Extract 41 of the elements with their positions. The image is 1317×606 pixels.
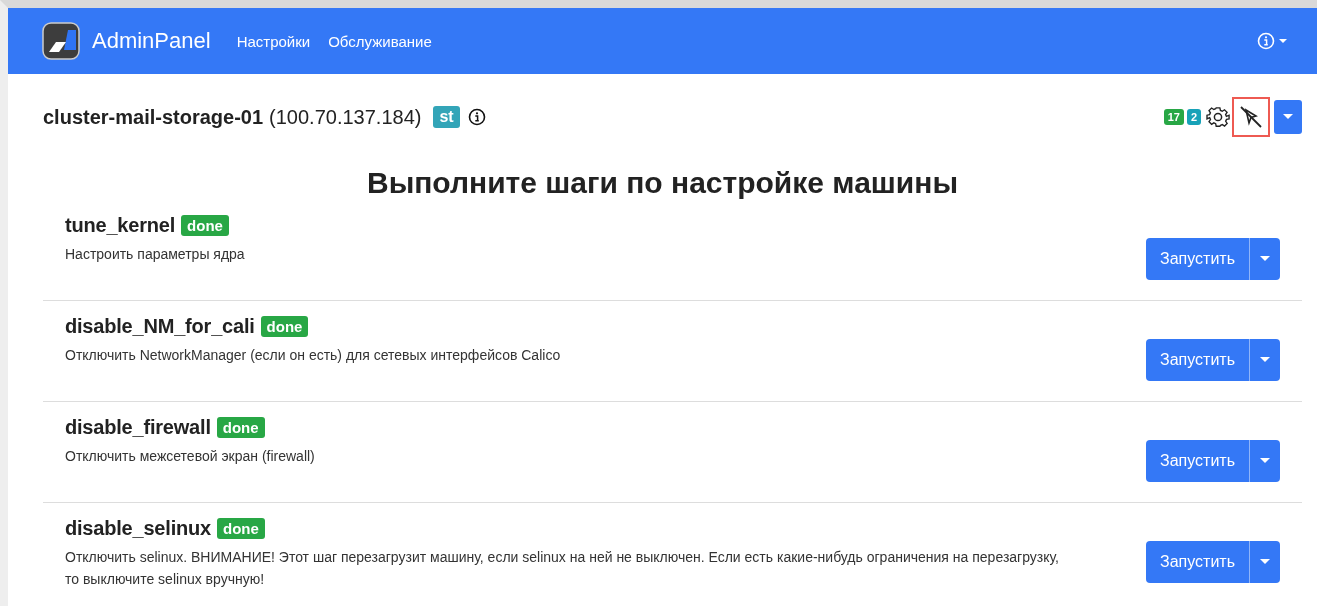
step-name: disable_NM_for_cali xyxy=(65,315,255,338)
status-badge: done xyxy=(260,316,309,337)
caret-icon xyxy=(1279,38,1287,44)
count-badge: 17 xyxy=(1163,109,1184,125)
info-icon xyxy=(1257,32,1275,50)
step-description: Отключить selinux. ВНИМАНИЕ! Этот шаг перезагрузит машину, если selinux на ней не выключен. Если есть какие-нибудь ограничения на перезагрузку, то выключите selinux вручную! xyxy=(65,548,1060,590)
step-name: disable_firewall xyxy=(65,416,211,439)
caret-icon xyxy=(1260,458,1270,464)
host-tag: st xyxy=(433,106,460,128)
page-heading: Выполните шаги по настройке машины xyxy=(365,166,959,200)
run-button[interactable]: Запустить xyxy=(1146,541,1249,583)
crossed-cursor-icon[interactable] xyxy=(1232,97,1270,137)
status-badge: done xyxy=(216,417,265,438)
logo-icon[interactable] xyxy=(42,22,80,60)
dropdown-button[interactable] xyxy=(1249,440,1280,482)
dropdown-button[interactable] xyxy=(1249,339,1280,381)
nav-link[interactable]: Обслуживание xyxy=(328,32,432,50)
step-description: Отключить межсетевой экран (firewall) xyxy=(65,447,316,466)
step-description: Отключить NetworkManager (если он есть) для сетевых интерфейсов Calico xyxy=(65,346,562,365)
caret-icon xyxy=(1260,559,1270,565)
settings-icon[interactable] xyxy=(1206,105,1230,129)
run-button[interactable]: Запустить xyxy=(1146,238,1249,280)
dropdown-button[interactable] xyxy=(1274,100,1302,134)
caret-icon xyxy=(1260,256,1270,262)
dropdown-button[interactable] xyxy=(1249,541,1280,583)
run-button[interactable]: Запустить xyxy=(1146,339,1249,381)
step-name: tune_kernel xyxy=(65,214,176,237)
run-button[interactable]: Запустить xyxy=(1146,440,1249,482)
status-badge: done xyxy=(216,518,265,539)
status-badge: done xyxy=(181,215,229,236)
info-icon[interactable] xyxy=(467,108,486,126)
count-badge: 2 xyxy=(1186,109,1201,125)
caret-icon xyxy=(1260,357,1270,363)
brand-name[interactable]: AdminPanel xyxy=(92,28,211,54)
step-description: Настроить параметры ядра xyxy=(65,245,246,264)
caret-icon xyxy=(1283,114,1293,120)
host-address: (100.70.137.184) xyxy=(269,105,422,129)
host-name: cluster-mail-storage-01 xyxy=(43,105,264,129)
dropdown-button[interactable] xyxy=(1249,238,1280,280)
nav-link[interactable]: Настройки xyxy=(236,32,311,50)
step-name: disable_selinux xyxy=(65,517,211,540)
